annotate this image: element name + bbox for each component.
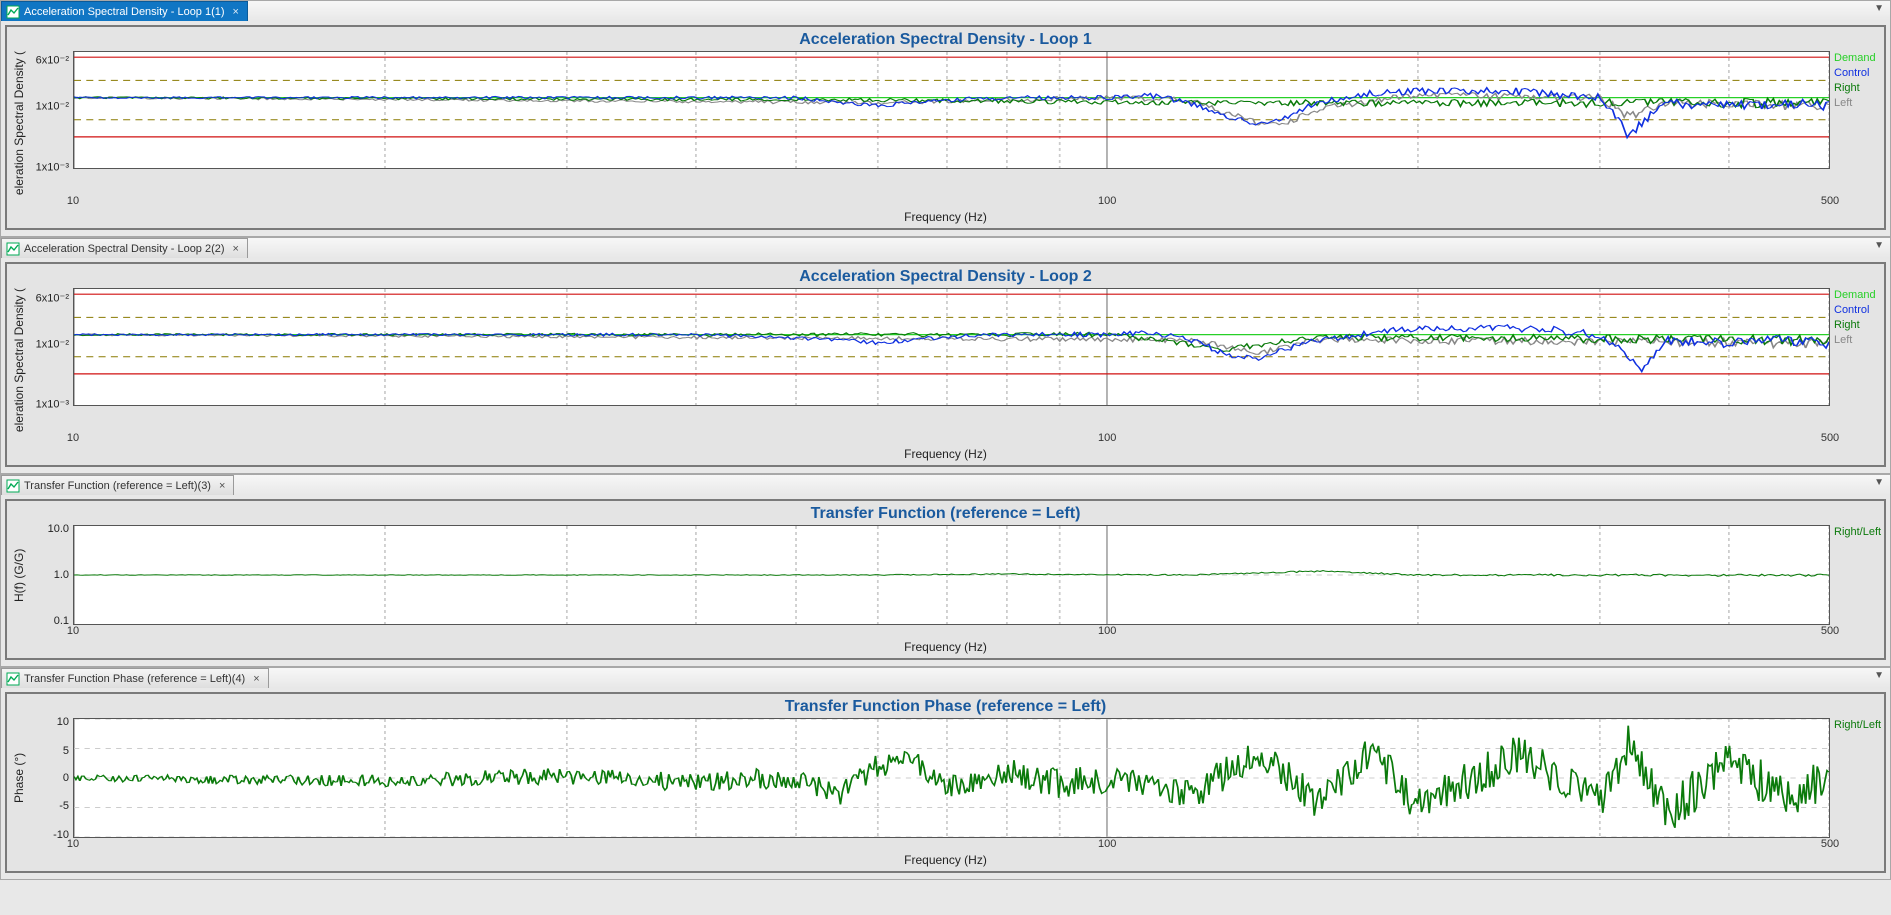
yaxis-label: eleration Spectral Density (: [11, 51, 27, 195]
ytick-col: 6x10⁻² 1x10⁻² 1x10⁻³: [27, 288, 73, 406]
ytick: 1x10⁻³: [36, 160, 69, 173]
tab-label: Transfer Function (reference = Left)(3): [24, 480, 211, 492]
tab-asd-loop1[interactable]: Acceleration Spectral Density - Loop 1(1…: [1, 1, 248, 21]
legend-item-left: Left: [1834, 96, 1880, 111]
legend-item-control: Control: [1834, 303, 1880, 318]
ytick: 1x10⁻³: [36, 397, 69, 410]
plot-area[interactable]: [73, 525, 1830, 625]
ytick: 6x10⁻²: [36, 54, 69, 67]
yaxis-label: H(f) (G/G): [11, 525, 27, 625]
chart-title: Acceleration Spectral Density - Loop 2: [7, 266, 1884, 288]
close-icon[interactable]: ×: [253, 673, 259, 685]
close-icon[interactable]: ×: [219, 480, 225, 492]
panel-menu-dropdown[interactable]: ▼: [1874, 670, 1884, 681]
tab-label: Transfer Function Phase (reference = Lef…: [24, 673, 245, 685]
plot-area[interactable]: [73, 718, 1830, 838]
panel-menu-dropdown[interactable]: ▼: [1874, 3, 1884, 14]
panel-phase: Transfer Function Phase (reference = Lef…: [0, 667, 1891, 880]
chart-phase[interactable]: Transfer Function Phase (reference = Lef…: [5, 692, 1886, 873]
ytick-col: 6x10⁻² 1x10⁻² 1x10⁻³: [27, 51, 73, 169]
chart-icon: [6, 672, 20, 686]
legend-item-right: Right: [1834, 318, 1880, 333]
yaxis-label: eleration Spectral Density (: [11, 288, 27, 432]
ytick: 6x10⁻²: [36, 291, 69, 304]
legend-item-control: Control: [1834, 66, 1880, 81]
xaxis: 10100500: [73, 195, 1830, 210]
panel-asd-loop2: Acceleration Spectral Density - Loop 2(2…: [0, 237, 1891, 474]
panel-tf: Transfer Function (reference = Left)(3) …: [0, 474, 1891, 667]
chart-title: Transfer Function Phase (reference = Lef…: [7, 696, 1884, 718]
tab-tf[interactable]: Transfer Function (reference = Left)(3) …: [1, 475, 234, 495]
close-icon[interactable]: ×: [233, 243, 239, 255]
chart-asd-loop1[interactable]: Acceleration Spectral Density - Loop 1 e…: [5, 25, 1886, 230]
ytick: 10.0: [48, 523, 69, 535]
ytick-col: 10.0 1.0 0.1: [27, 525, 73, 625]
yaxis-label: Phase (°): [11, 718, 27, 838]
legend-item-demand: Demand: [1834, 51, 1880, 66]
tab-bar: Acceleration Spectral Density - Loop 1(1…: [1, 1, 1890, 21]
ytick: 1x10⁻²: [36, 100, 69, 113]
ytick: 5: [63, 745, 69, 757]
legend-item-rightleft: Right/Left: [1834, 718, 1880, 733]
xaxis-label: Frequency (Hz): [7, 447, 1884, 463]
chart-tf[interactable]: Transfer Function (reference = Left) H(f…: [5, 499, 1886, 660]
tab-bar: Transfer Function (reference = Left)(3) …: [1, 475, 1890, 495]
legend-item-left: Left: [1834, 333, 1880, 348]
tab-label: Acceleration Spectral Density - Loop 2(2…: [24, 243, 225, 255]
plot-area[interactable]: [73, 51, 1830, 169]
legend: Demand Control Right Left: [1830, 51, 1880, 195]
ytick: 10: [57, 716, 69, 728]
tab-phase[interactable]: Transfer Function Phase (reference = Lef…: [1, 668, 269, 688]
legend-item-right: Right: [1834, 81, 1880, 96]
chart-title: Acceleration Spectral Density - Loop 1: [7, 29, 1884, 51]
chart-asd-loop2[interactable]: Acceleration Spectral Density - Loop 2 e…: [5, 262, 1886, 467]
tab-bar: Acceleration Spectral Density - Loop 2(2…: [1, 238, 1890, 258]
xaxis-label: Frequency (Hz): [7, 640, 1884, 656]
ytick-col: 10 5 0 -5 -10: [27, 718, 73, 838]
tab-asd-loop2[interactable]: Acceleration Spectral Density - Loop 2(2…: [1, 238, 248, 258]
legend-item-rightleft: Right/Left: [1834, 525, 1880, 540]
legend-item-demand: Demand: [1834, 288, 1880, 303]
tab-bar: Transfer Function Phase (reference = Lef…: [1, 668, 1890, 688]
panel-asd-loop1: Acceleration Spectral Density - Loop 1(1…: [0, 0, 1891, 237]
legend: Right/Left: [1830, 525, 1880, 625]
legend: Demand Control Right Left: [1830, 288, 1880, 432]
chart-title: Transfer Function (reference = Left): [7, 503, 1884, 525]
close-icon[interactable]: ×: [233, 6, 239, 18]
ytick: 0: [63, 772, 69, 784]
xaxis-label: Frequency (Hz): [7, 210, 1884, 226]
chart-icon: [6, 242, 20, 256]
legend: Right/Left: [1830, 718, 1880, 838]
tab-label: Acceleration Spectral Density - Loop 1(1…: [24, 6, 225, 18]
plot-area[interactable]: [73, 288, 1830, 406]
panel-menu-dropdown[interactable]: ▼: [1874, 477, 1884, 488]
xaxis: 10100500: [73, 838, 1830, 853]
xaxis-label: Frequency (Hz): [7, 853, 1884, 869]
ytick: 1.0: [54, 569, 69, 581]
panel-menu-dropdown[interactable]: ▼: [1874, 240, 1884, 251]
chart-icon: [6, 5, 20, 19]
chart-icon: [6, 479, 20, 493]
xaxis: 10100500: [73, 432, 1830, 447]
xaxis: 10100500: [73, 625, 1830, 640]
ytick: 1x10⁻²: [36, 337, 69, 350]
ytick: -5: [59, 800, 69, 812]
